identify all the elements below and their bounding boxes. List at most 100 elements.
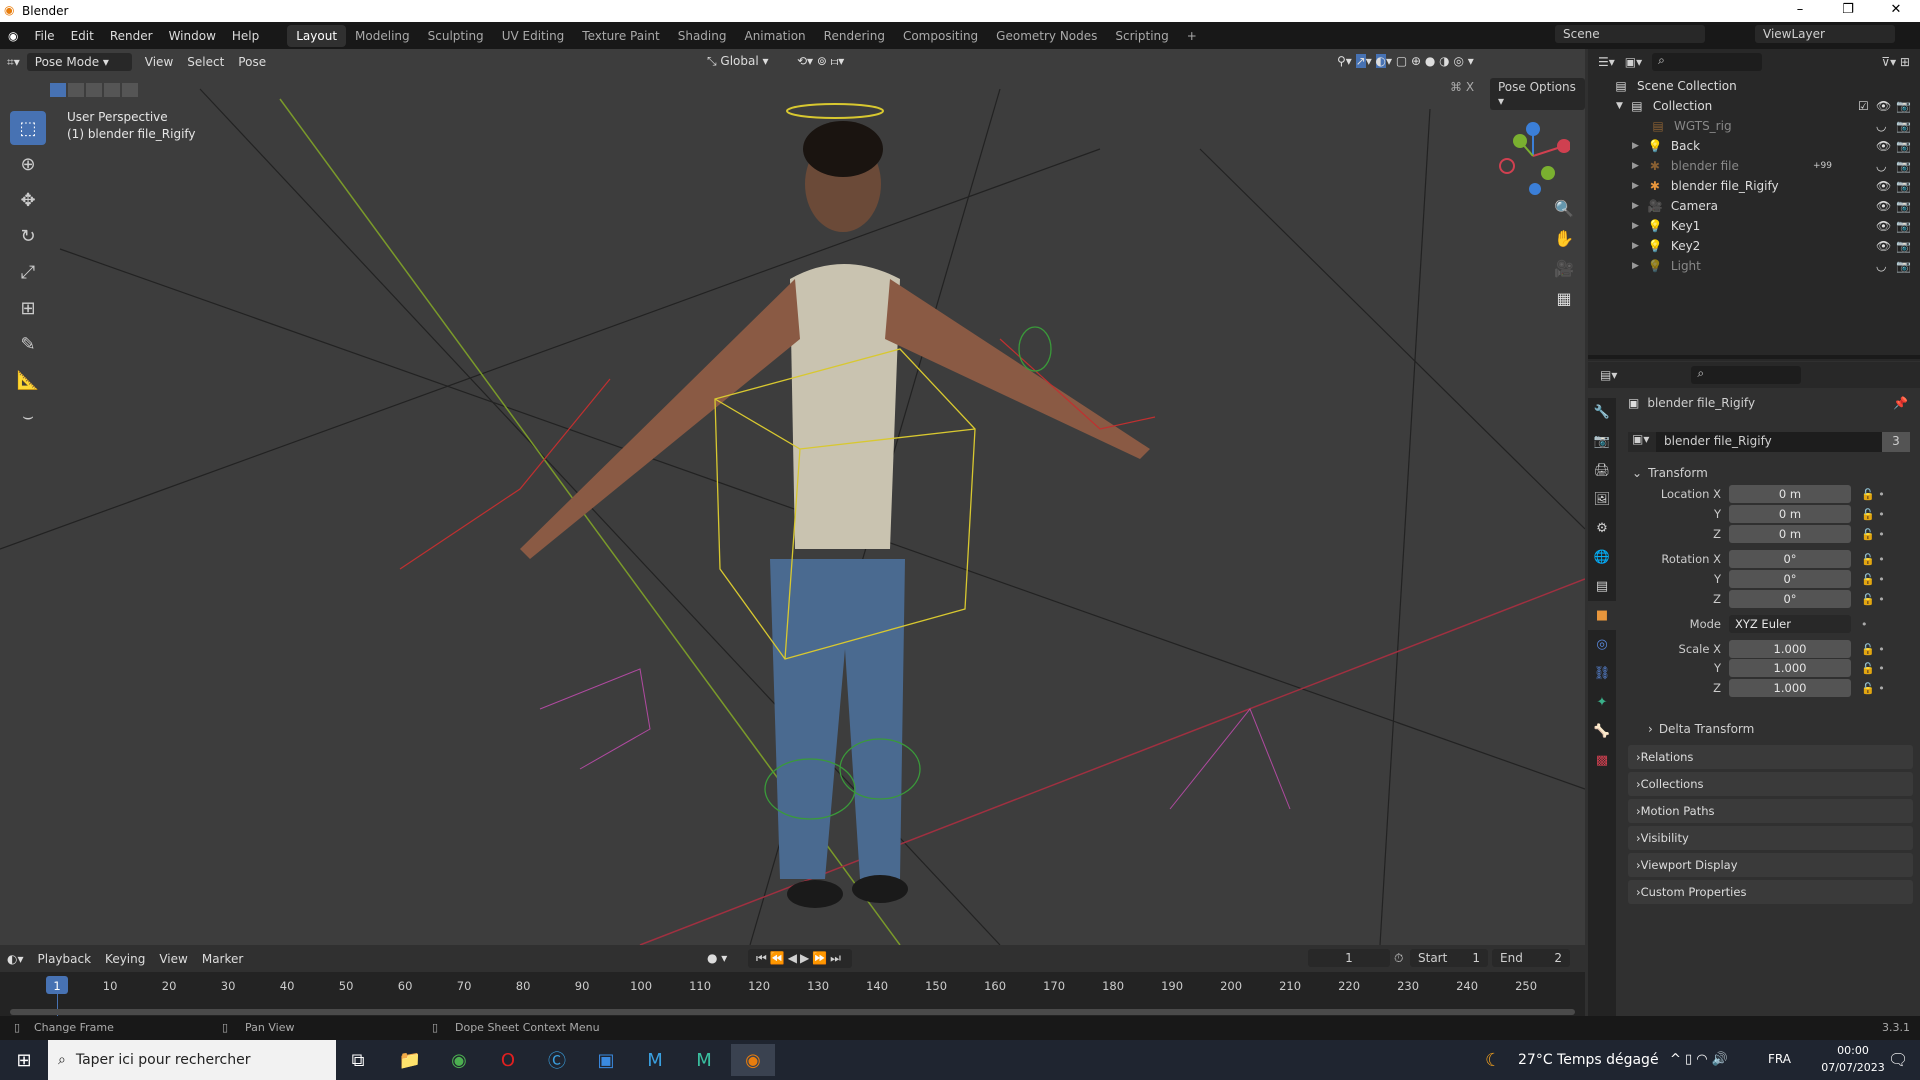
animate-property-dot[interactable]: •: [1861, 618, 1868, 631]
value-field[interactable]: 0 m: [1729, 525, 1851, 543]
selection-mode-buttons[interactable]: [50, 83, 138, 97]
outliner-editor-type-icon[interactable]: ☰▾: [1598, 55, 1615, 69]
blender-menu-icon[interactable]: ◉: [0, 29, 26, 43]
tab-geometry-nodes[interactable]: Geometry Nodes: [987, 25, 1106, 47]
rotation-mode-dropdown[interactable]: XYZ Euler: [1729, 615, 1851, 633]
weather-text[interactable]: 27°C Temps dégagé: [1518, 1052, 1659, 1068]
value-field[interactable]: 0 m: [1729, 505, 1851, 523]
datablock-selector[interactable]: ▣▾ blender file_Rigify 3: [1628, 432, 1910, 452]
outliner-item[interactable]: ▤ WGTS_rig ◡ 📷: [1588, 116, 1920, 136]
minimize-button[interactable]: –: [1780, 2, 1820, 17]
object-tab-icon[interactable]: ■: [1588, 601, 1616, 630]
visibility-eye-icon[interactable]: ◡: [1876, 159, 1886, 173]
panel-relations[interactable]: › Relations: [1628, 745, 1913, 769]
outliner-item[interactable]: ▶ 💡 Light ◡ 📷: [1588, 256, 1920, 276]
viewport-overlay-buttons[interactable]: ⚲▾ ↗▾ ◐▾ ▢ ⊕ ● ◑ ◎ ▾: [1330, 52, 1481, 70]
panel-custom-properties[interactable]: › Custom Properties: [1628, 880, 1913, 904]
expand-icon[interactable]: ▶: [1632, 161, 1639, 171]
3d-viewport[interactable]: ⌗▾ Pose Mode ▾ View Select Pose ⤡ Global ▾…: [0, 49, 1585, 945]
expand-icon[interactable]: ▶: [1632, 261, 1639, 271]
blender-taskbar-icon[interactable]: ◉: [731, 1044, 775, 1076]
visibility-eye-icon[interactable]: 👁: [1876, 99, 1891, 113]
filter-icon[interactable]: ⊽▾ ⊞: [1881, 55, 1910, 69]
tool-tab-icon[interactable]: 🔧: [1588, 398, 1616, 427]
move-tool-icon[interactable]: ✥: [10, 183, 46, 217]
opera-icon[interactable]: O: [486, 1044, 530, 1076]
c-app-icon[interactable]: Ⓒ: [535, 1044, 579, 1076]
tray-icons[interactable]: ^ ▯ ◠ 🔊: [1670, 1052, 1728, 1067]
expand-icon[interactable]: ▶: [1632, 221, 1639, 231]
chrome-icon[interactable]: ◉: [437, 1044, 481, 1076]
visibility-eye-icon[interactable]: ◡: [1876, 259, 1886, 273]
pan-hand-icon[interactable]: ✋: [1552, 224, 1576, 254]
tab-rendering[interactable]: Rendering: [815, 25, 894, 47]
render-camera-icon[interactable]: 📷: [1896, 219, 1911, 233]
value-field[interactable]: 1.000: [1729, 640, 1851, 658]
value-field[interactable]: 1.000: [1729, 659, 1851, 677]
annotate-tool-icon[interactable]: ✎: [10, 327, 46, 361]
tab-layout[interactable]: Layout: [287, 24, 347, 47]
value-field[interactable]: 0°: [1729, 590, 1851, 608]
properties-editor-type-icon[interactable]: ▤▾: [1600, 368, 1617, 382]
scale-tool-icon[interactable]: ⤢: [10, 255, 46, 289]
display-mode-icon[interactable]: ▣▾: [1625, 55, 1642, 69]
menu-window[interactable]: Window: [161, 29, 224, 43]
mode-selector[interactable]: Pose Mode ▾: [26, 53, 132, 71]
editor-type-button[interactable]: ⌗▾: [0, 53, 27, 72]
lock-icon[interactable]: 🔓 •: [1861, 643, 1885, 656]
notifications-icon[interactable]: 🗨: [1888, 1050, 1908, 1069]
collection-row[interactable]: ▼ ▤ Collection ☑ 👁 📷: [1588, 96, 1920, 116]
tab-scripting[interactable]: Scripting: [1106, 25, 1177, 47]
physics-tab-icon[interactable]: ◎: [1588, 630, 1616, 659]
scene-selector[interactable]: Scene: [1555, 25, 1705, 43]
render-camera-icon[interactable]: 📷: [1896, 159, 1911, 173]
outliner-search-input[interactable]: ⌕: [1652, 53, 1763, 71]
value-field[interactable]: 0°: [1729, 570, 1851, 588]
expand-icon[interactable]: ▶: [1632, 141, 1639, 151]
render-camera-icon[interactable]: 📷: [1896, 179, 1911, 193]
rotate-tool-icon[interactable]: ↻: [10, 219, 46, 253]
browse-icon[interactable]: ▣▾: [1628, 432, 1656, 452]
store-icon[interactable]: ▣: [584, 1044, 628, 1076]
tab-modeling[interactable]: Modeling: [346, 25, 419, 47]
viewport-menu-select[interactable]: Select: [180, 53, 231, 71]
transform-tool-icon[interactable]: ⊞: [10, 291, 46, 325]
render-camera-icon[interactable]: 📷: [1896, 199, 1911, 213]
tab-shading[interactable]: Shading: [669, 25, 736, 47]
viewport-menu-pose[interactable]: Pose: [231, 53, 273, 71]
zoom-icon[interactable]: 🔍: [1552, 194, 1576, 224]
render-camera-icon[interactable]: 📷: [1896, 139, 1911, 153]
timeline[interactable]: ◐▾ Playback Keying View Marker ● ▾ ⏮⏪◀▶⏩⏭ 1…: [0, 945, 1585, 1016]
pose-tool-icon[interactable]: ⌣: [10, 399, 46, 433]
tab-sculpting[interactable]: Sculpting: [419, 25, 493, 47]
value-field[interactable]: 1.000: [1729, 679, 1851, 697]
visibility-eye-icon[interactable]: 👁: [1876, 239, 1891, 253]
armature-data-tab-icon[interactable]: ✦: [1588, 688, 1616, 717]
m-app-icon[interactable]: M: [682, 1044, 726, 1076]
task-view-icon[interactable]: ⧉: [336, 1044, 380, 1076]
lock-icon[interactable]: 🔓 •: [1861, 553, 1885, 566]
expand-icon[interactable]: ▶: [1632, 201, 1639, 211]
outliner-item[interactable]: ▶ ✱ blender file +99 ◡ 📷: [1588, 156, 1920, 176]
pivot-snap-buttons[interactable]: ⟲▾ ⊚ ⧦▾: [790, 52, 851, 71]
output-tab-icon[interactable]: 🖨: [1588, 456, 1616, 485]
outliner-item[interactable]: ▶ ✱ blender file_Rigify 👁 📷: [1588, 176, 1920, 196]
expand-icon[interactable]: ▼: [1616, 101, 1623, 111]
scene-collection-row[interactable]: ▤ Scene Collection: [1588, 76, 1920, 96]
render-camera-icon[interactable]: 📷: [1896, 119, 1911, 133]
texture-tab-icon[interactable]: ▩: [1588, 746, 1616, 775]
render-tab-icon[interactable]: 📷: [1588, 427, 1616, 456]
outliner-item[interactable]: ▶ 💡 Key2 👁 📷: [1588, 236, 1920, 256]
lock-icon[interactable]: 🔓 •: [1861, 488, 1885, 501]
outliner-item[interactable]: ▶ 🎥 Camera 👁 📷: [1588, 196, 1920, 216]
properties-search-input[interactable]: ⌕: [1691, 366, 1802, 384]
maximize-button[interactable]: ❐: [1828, 2, 1868, 17]
scene-tab-icon[interactable]: ⚙: [1588, 514, 1616, 543]
exclude-checkbox[interactable]: ☑: [1858, 99, 1869, 113]
visibility-eye-icon[interactable]: 👁: [1876, 139, 1891, 153]
transform-panel-header[interactable]: ⌄ Transform: [1632, 466, 1708, 480]
x-mirror-toggle[interactable]: ⌘ X: [1450, 80, 1474, 94]
outliner-item[interactable]: ▶ 💡 Key1 👁 📷: [1588, 216, 1920, 236]
file-explorer-icon[interactable]: 📁: [388, 1044, 432, 1076]
user-count[interactable]: 3: [1882, 432, 1910, 452]
